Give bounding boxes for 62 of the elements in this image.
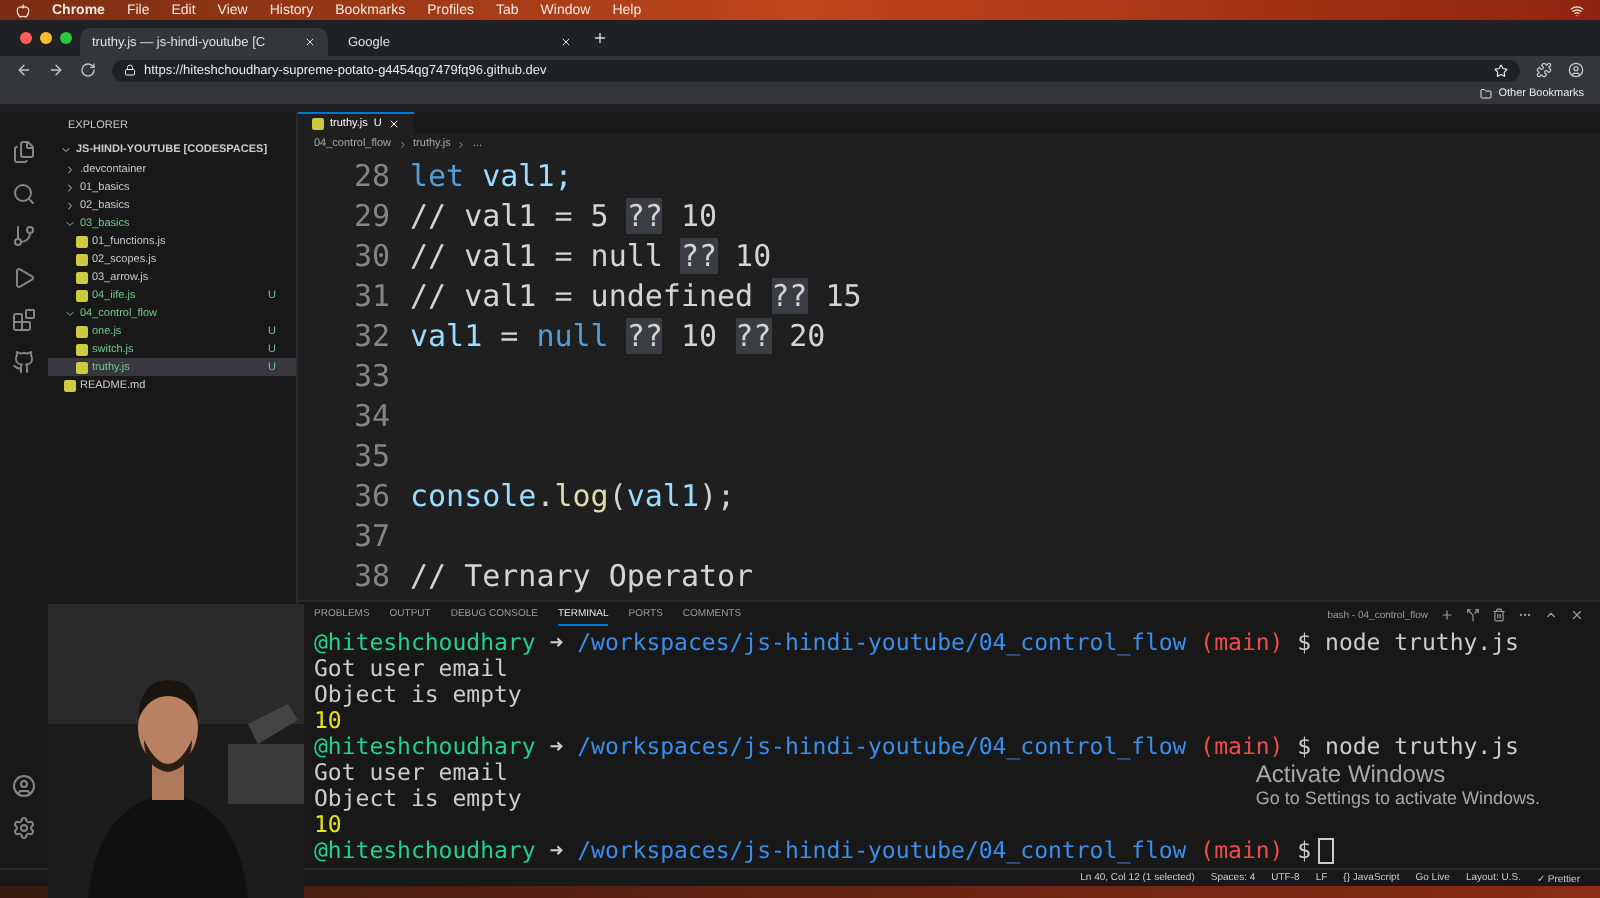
line-number: 37 <box>351 516 390 556</box>
terminal-output: 10 <box>314 708 342 734</box>
code-line: // val1 = null ?? 10 <box>410 236 772 276</box>
files-icon[interactable] <box>12 140 36 164</box>
terminal-output: Got user email <box>314 656 508 682</box>
activation-text: Go to Settings to activate Windows. <box>1255 788 1540 808</box>
minimize-dot[interactable] <box>40 32 52 44</box>
close-icon[interactable] <box>1570 608 1584 622</box>
puzzle-icon[interactable] <box>1536 62 1552 78</box>
code-line: // val1 = 5 ?? 10 <box>410 196 718 236</box>
zoom-dot[interactable] <box>60 32 72 44</box>
line-number: 31 <box>351 276 390 316</box>
trash-icon[interactable] <box>1492 608 1506 622</box>
terminal-prompt: @hiteshchoudhary ➜ /workspaces/js-hindi-youtube/04_control_flow (main) $ node truthy.js <box>314 630 1519 656</box>
line-number: 30 <box>351 236 390 276</box>
star-icon[interactable] <box>1494 63 1508 77</box>
profile-icon[interactable] <box>1568 62 1584 78</box>
plus-icon[interactable] <box>1440 608 1454 622</box>
terminal-cursor <box>1317 838 1334 865</box>
code-line: // val1 = undefined ?? 15 <box>410 276 862 316</box>
settings-icon[interactable] <box>12 816 36 840</box>
github-icon[interactable] <box>12 350 36 374</box>
line-number: 36 <box>351 476 390 516</box>
terminal-output: 10 <box>314 812 342 838</box>
split-icon[interactable] <box>1466 608 1480 622</box>
plus-icon[interactable] <box>592 30 608 46</box>
branch-icon[interactable] <box>12 224 36 248</box>
terminal-output: Got user email <box>314 760 508 786</box>
line-number: 28 <box>351 156 390 196</box>
terminal-output: Object is empty <box>314 682 522 708</box>
search-icon[interactable] <box>12 182 36 206</box>
code-line: let val1; <box>410 156 573 196</box>
lock-icon <box>124 64 136 76</box>
reload-icon[interactable] <box>80 62 96 78</box>
chevron-icon <box>64 307 76 319</box>
line-number: 38 <box>351 556 390 596</box>
line-number: 29 <box>351 196 390 236</box>
terminal-prompt: @hiteshchoudhary ➜ /workspaces/js-hindi-youtube/04_control_flow (main) $ node truthy.js <box>314 734 1519 760</box>
code-line: // Ternary Operator <box>410 556 754 596</box>
folder-icon <box>1480 88 1493 100</box>
chevron-icon[interactable] <box>1544 608 1558 622</box>
extensions-icon[interactable] <box>12 308 36 332</box>
chevron-icon <box>397 139 408 149</box>
close-dot[interactable] <box>20 32 32 44</box>
back-icon[interactable] <box>16 62 32 78</box>
terminal-output: Object is empty <box>314 786 522 812</box>
apple-icon[interactable] <box>16 3 30 17</box>
line-number: 33 <box>351 356 390 396</box>
account-icon[interactable] <box>12 774 36 798</box>
chevron-icon <box>456 139 467 149</box>
run-icon[interactable] <box>12 266 36 290</box>
more-icon[interactable] <box>1518 608 1532 622</box>
code-line: val1 = null ?? 10 ?? 20 <box>410 316 826 356</box>
line-number: 35 <box>351 436 390 476</box>
file-icon <box>312 118 324 130</box>
code-line: console.log(val1); <box>410 476 736 516</box>
activation-title: Activate Windows <box>1255 760 1448 788</box>
wifi-icon[interactable] <box>1570 3 1584 17</box>
terminal-prompt: @hiteshchoudhary ➜ /workspaces/js-hindi-youtube/04_control_flow (main) $ <box>314 838 1334 864</box>
line-number: 34 <box>351 396 390 436</box>
forward-icon[interactable] <box>48 62 64 78</box>
line-number: 32 <box>351 316 390 356</box>
